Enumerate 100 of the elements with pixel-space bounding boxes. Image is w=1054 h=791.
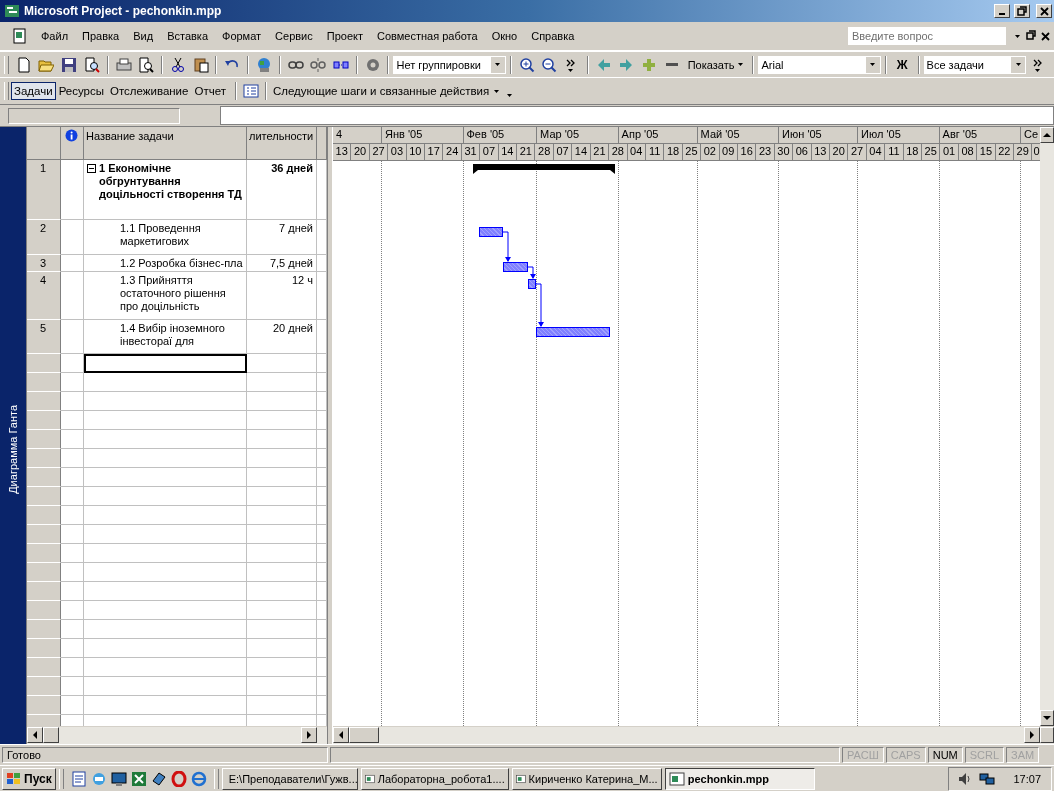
scroll-thumb[interactable] <box>349 727 379 743</box>
browser-icon[interactable] <box>190 770 207 787</box>
row-number[interactable] <box>27 639 61 658</box>
globe-icon[interactable] <box>255 56 272 73</box>
name-input-cell[interactable] <box>84 354 247 373</box>
vertical-scrollbar[interactable] <box>1040 127 1054 726</box>
guide-tab[interactable]: Ресурсы <box>55 82 107 100</box>
help-field[interactable]: Введите вопрос <box>848 27 1006 45</box>
grouping-dropdown[interactable]: Нет группировки <box>393 55 506 74</box>
row-number[interactable] <box>27 487 61 506</box>
column-header[interactable] <box>61 127 84 160</box>
save-icon[interactable] <box>61 56 78 73</box>
scroll-left-icon[interactable] <box>32 731 38 739</box>
opera-logo-icon[interactable] <box>170 770 187 787</box>
taskbar-button[interactable]: Кириченко Катерина_М... <box>511 767 662 790</box>
monitor-icon[interactable] <box>110 770 127 787</box>
menu-item[interactable]: Вставка <box>160 28 215 44</box>
row-number[interactable] <box>27 677 61 696</box>
column-header[interactable] <box>317 127 327 160</box>
scroll-left-icon[interactable] <box>338 731 344 739</box>
taskbar-button[interactable]: E:\Преподаватели\Гужв... <box>221 767 358 790</box>
row-number[interactable] <box>27 563 61 582</box>
task-bar[interactable] <box>479 227 503 237</box>
row-number[interactable] <box>27 392 61 411</box>
new-document-icon[interactable] <box>15 56 32 73</box>
unlink-icon[interactable] <box>310 56 327 73</box>
row-number[interactable] <box>27 468 61 487</box>
row-number[interactable] <box>27 544 61 563</box>
view-bar[interactable]: Диаграмма Ганта <box>0 127 27 744</box>
row-number[interactable]: 2 <box>27 220 61 255</box>
menu-item[interactable]: Вид <box>126 28 161 44</box>
spreadsheet-icon[interactable] <box>130 770 147 787</box>
scroll-up-icon[interactable] <box>1043 132 1051 138</box>
close-icon[interactable] <box>1041 31 1050 41</box>
size-grip[interactable] <box>1040 727 1054 743</box>
menu-item[interactable]: Окно <box>484 28 525 44</box>
horizontal-scrollbar[interactable] <box>27 726 327 744</box>
filter-dropdown[interactable]: Все задачи <box>923 55 1027 74</box>
guide-tab[interactable]: Отчет <box>191 82 229 100</box>
printer-icon[interactable] <box>115 56 132 73</box>
row-number[interactable] <box>27 373 61 392</box>
bold-button[interactable]: Ж <box>890 55 914 74</box>
task-bar[interactable] <box>503 262 528 272</box>
zoom-in-icon[interactable] <box>518 56 535 73</box>
scroll-thumb[interactable] <box>43 727 59 743</box>
row-number[interactable] <box>27 696 61 715</box>
menu-item[interactable]: Сервис <box>268 28 320 44</box>
row-number[interactable] <box>27 430 61 449</box>
row-number[interactable] <box>27 620 61 639</box>
restore-icon[interactable] <box>1026 30 1036 40</box>
row-number[interactable]: 3 <box>27 255 61 272</box>
view-bar-label[interactable]: Диаграмма Ганта <box>7 405 19 494</box>
column-header[interactable] <box>27 127 61 160</box>
row-number[interactable]: 1 <box>27 160 61 220</box>
task-bar[interactable] <box>528 279 536 289</box>
row-number[interactable] <box>27 582 61 601</box>
guide-tab[interactable]: Задачи <box>11 82 56 100</box>
row-number[interactable] <box>27 411 61 430</box>
minimize-button[interactable] <box>994 4 1010 18</box>
column-header[interactable]: лительности <box>247 127 317 160</box>
row-number[interactable] <box>27 658 61 677</box>
guide-tab[interactable]: Отслеживание <box>106 82 192 100</box>
row-number[interactable] <box>27 354 61 373</box>
scroll-right-icon[interactable] <box>1029 731 1035 739</box>
row-number[interactable] <box>27 449 61 468</box>
menu-item[interactable]: Справка <box>524 28 582 44</box>
taskbar-button[interactable]: Лабораторна_робота1.... <box>360 767 509 790</box>
menu-item[interactable]: Совместная работа <box>370 28 485 44</box>
network-icon[interactable] <box>979 770 996 787</box>
menu-item[interactable]: Файл <box>34 28 76 44</box>
actions-menu[interactable]: Следующие шаги и связанные действия <box>272 85 501 97</box>
notepad-icon[interactable] <box>70 770 87 787</box>
row-number[interactable]: 4 <box>27 272 61 320</box>
menu-item[interactable]: Правка <box>75 28 127 44</box>
close-button[interactable] <box>1036 4 1052 18</box>
summary-bar[interactable] <box>473 164 615 174</box>
scroll-right-icon[interactable] <box>306 731 312 739</box>
menu-item[interactable]: Проект <box>319 28 370 44</box>
row-number[interactable] <box>27 506 61 525</box>
list-icon[interactable] <box>242 83 259 99</box>
menu-item[interactable]: Формат <box>215 28 269 44</box>
font-dropdown[interactable]: Arial <box>758 55 881 74</box>
row-number[interactable]: 5 <box>27 320 61 354</box>
show-button[interactable]: Показать <box>683 56 749 73</box>
scissors-icon[interactable] <box>169 56 186 73</box>
caret-icon[interactable] <box>1014 33 1021 39</box>
row-number[interactable] <box>27 601 61 620</box>
collapse-icon[interactable] <box>87 164 96 173</box>
restore-button[interactable] <box>1014 4 1030 18</box>
gear-icon[interactable] <box>364 56 381 73</box>
print-preview-icon[interactable] <box>138 56 155 73</box>
taskbar-button[interactable]: pechonkin.mpp <box>664 767 815 790</box>
column-header[interactable]: Название задачи <box>84 127 247 160</box>
start-button[interactable]: Пуск <box>2 767 56 790</box>
eraser-icon[interactable] <box>150 770 167 787</box>
horizontal-scrollbar[interactable] <box>333 726 1054 744</box>
task-bar[interactable] <box>536 327 610 337</box>
row-number[interactable] <box>27 525 61 544</box>
zoom-out-icon[interactable] <box>541 56 558 73</box>
paste-icon[interactable] <box>192 56 209 73</box>
